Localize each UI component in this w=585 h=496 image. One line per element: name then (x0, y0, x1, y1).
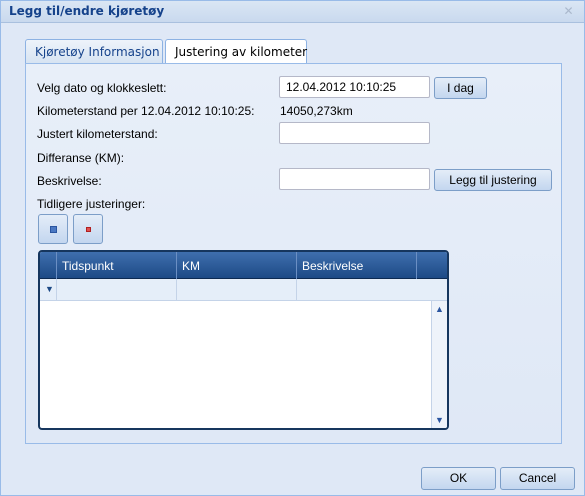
close-icon[interactable]: ✕ (561, 4, 576, 19)
tab-panel: Velg dato og klokkeslett: 12.04.2012 10:… (25, 63, 562, 444)
dialog-window: Legg til/endre kjøretøy ✕ Kjøretøy Infor… (0, 0, 585, 496)
scroll-down-icon[interactable]: ▼ (435, 415, 444, 425)
description-input[interactable] (279, 168, 430, 190)
grid-header-end (416, 252, 447, 279)
column-header-description[interactable]: Beskrivelse (296, 252, 416, 279)
save-icon (50, 226, 57, 233)
date-time-input[interactable]: 12.04.2012 10:10:25 (279, 76, 430, 98)
ok-button[interactable]: OK (421, 467, 496, 490)
previous-adjustments-label: Tidligere justeringer: (37, 197, 146, 211)
date-label: Velg dato og klokkeslett: (37, 81, 167, 95)
filter-row: ▼ (40, 279, 447, 301)
adjusted-km-label: Justert kilometerstand: (37, 127, 158, 141)
add-adjustment-button[interactable]: Legg til justering (434, 169, 552, 191)
delete-button[interactable] (73, 214, 103, 244)
description-label: Beskrivelse: (37, 174, 102, 188)
filter-icon[interactable]: ▼ (45, 284, 54, 294)
grid-header-spacer (40, 252, 56, 279)
tab-vehicle-info[interactable]: Kjøretøy Informasjon (25, 39, 163, 64)
difference-label: Differanse (KM): (37, 151, 125, 165)
filter-cell-km[interactable] (176, 279, 296, 301)
today-button[interactable]: I dag (434, 77, 487, 99)
title-bar[interactable]: Legg til/endre kjøretøy ✕ (1, 1, 584, 23)
odometer-label: Kilometerstand per 12.04.2012 10:10:25: (37, 104, 255, 118)
column-header-km[interactable]: KM (176, 252, 296, 279)
cancel-button[interactable]: Cancel (500, 467, 575, 490)
adjustments-grid: Tidspunkt KM Beskrivelse ▼ ▲ ▼ (38, 250, 449, 430)
grid-header: Tidspunkt KM Beskrivelse (40, 252, 447, 279)
delete-icon (86, 227, 91, 232)
save-button[interactable] (38, 214, 68, 244)
tab-km-adjustment[interactable]: Justering av kilometer (165, 39, 307, 65)
odometer-value: 14050,273km (280, 104, 353, 118)
adjusted-km-input[interactable] (279, 122, 430, 144)
column-header-time[interactable]: Tidspunkt (56, 252, 176, 279)
filter-cell-description[interactable] (296, 279, 416, 301)
scroll-up-icon[interactable]: ▲ (435, 304, 444, 314)
filter-cell-time[interactable] (56, 279, 176, 301)
grid-scrollbar[interactable]: ▲ ▼ (431, 301, 447, 428)
filter-cell-indicator[interactable]: ▼ (40, 279, 56, 301)
dialog-title: Legg til/endre kjøretøy (9, 4, 165, 18)
